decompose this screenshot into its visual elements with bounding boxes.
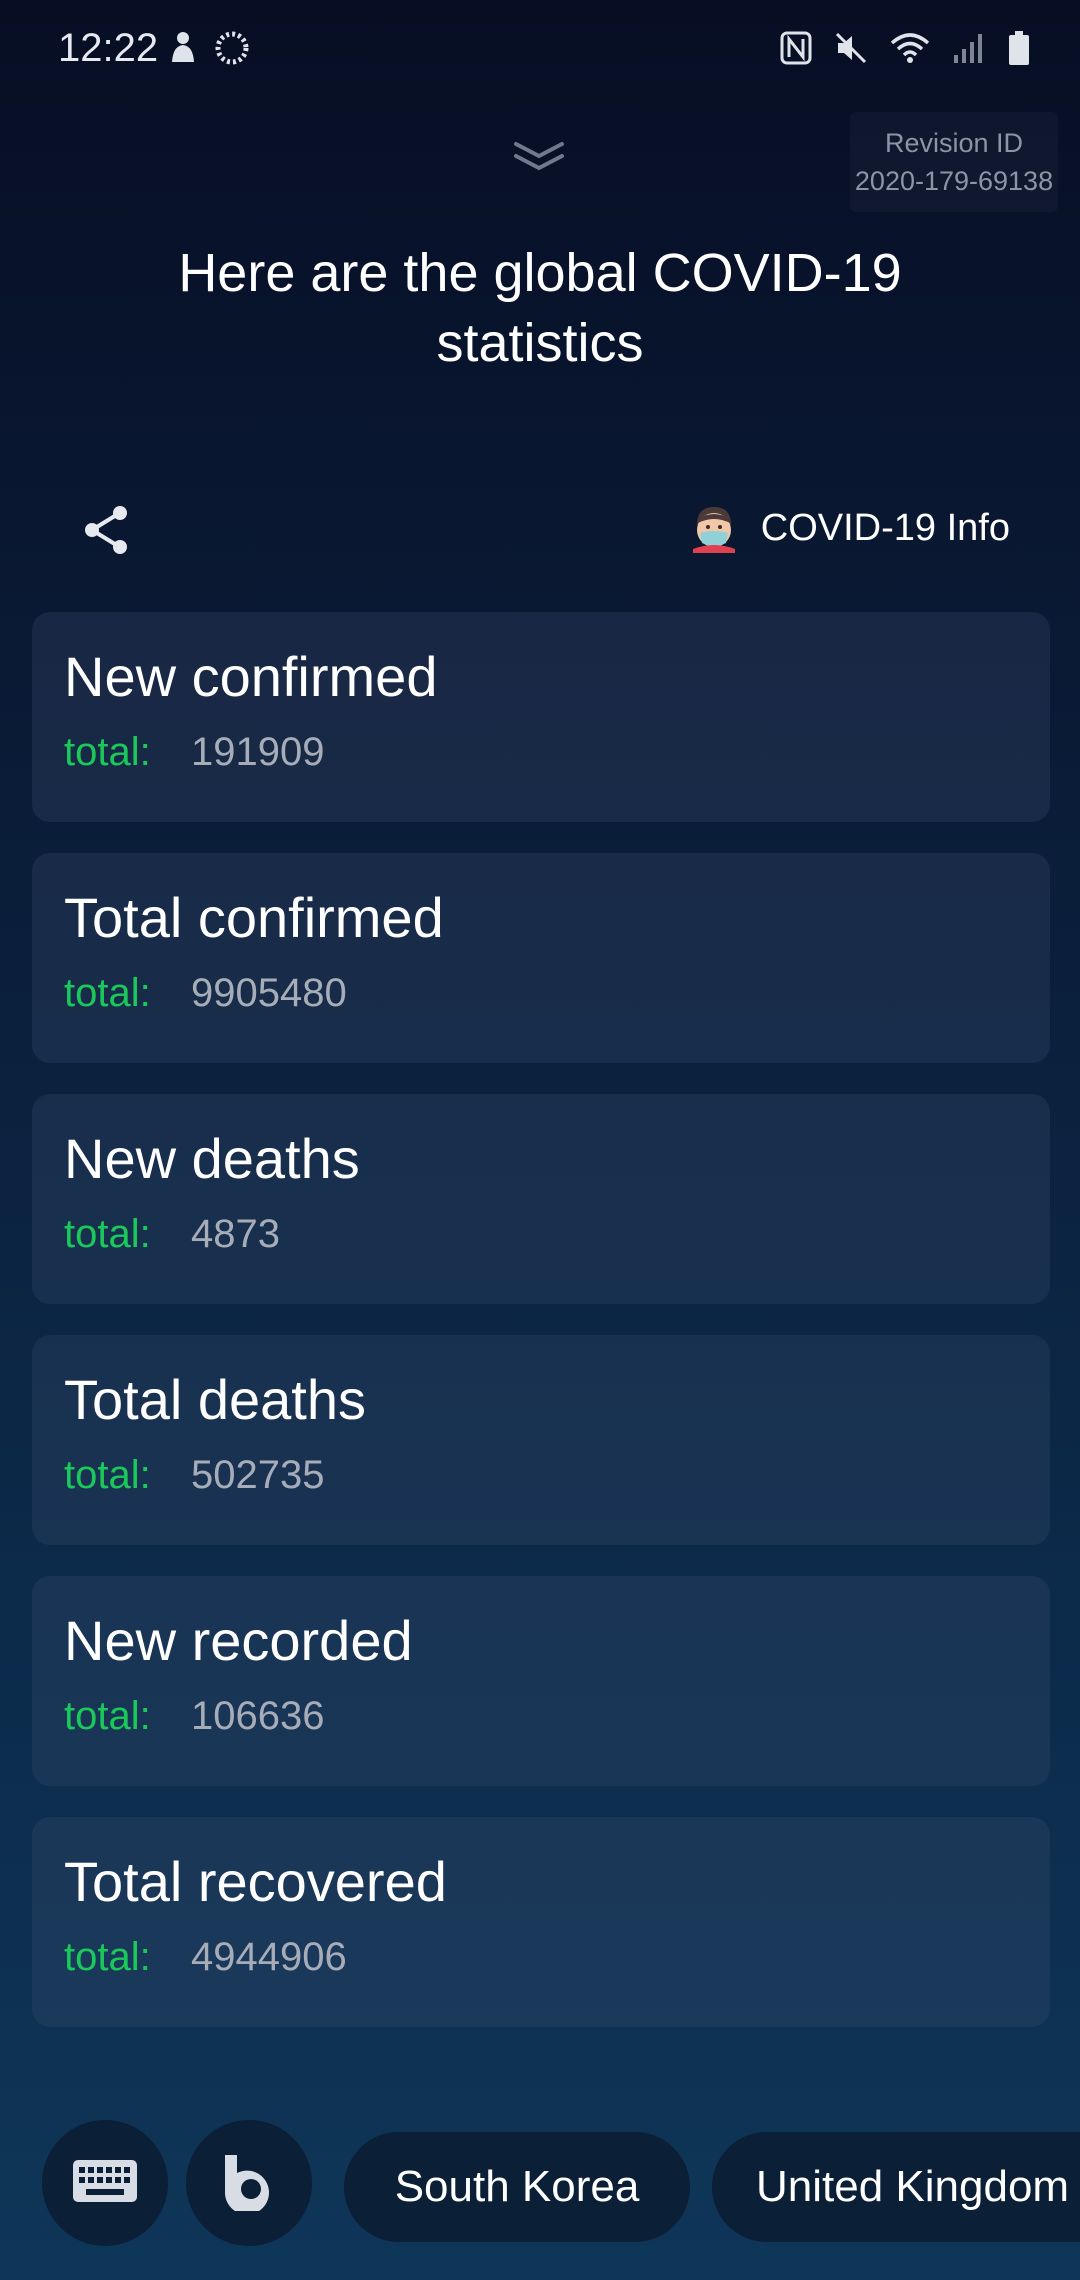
stat-title: New recorded (64, 1609, 413, 1672)
suggestion-label: United Kingdom (756, 2162, 1070, 2211)
stats-list: New confirmed total: 191909 Total confir… (32, 612, 1050, 2058)
bixby-icon (219, 2151, 279, 2216)
stat-title: Total deaths (64, 1368, 366, 1431)
stat-label: total: (64, 1935, 151, 1979)
stat-card-total-deaths: Total deaths total: 502735 (32, 1335, 1050, 1545)
bottom-bar: South Korea United Kingdom (0, 2118, 1080, 2248)
stat-row: total: 4944906 (64, 1935, 1018, 1979)
stat-card-new-confirmed: New confirmed total: 191909 (32, 612, 1050, 822)
status-left-icons (168, 30, 250, 66)
stat-card-total-recovered: Total recovered total: 4944906 (32, 1817, 1050, 2027)
stat-label: total: (64, 730, 151, 774)
revision-id-box: Revision ID 2020-179-69138 (850, 112, 1058, 212)
revision-id: 2020-179-69138 (854, 166, 1054, 196)
stat-title: New confirmed (64, 645, 438, 708)
suggestion-label: South Korea (394, 2162, 640, 2211)
masked-face-icon (689, 503, 739, 553)
share-icon (80, 504, 132, 561)
covid-info-link[interactable]: COVID-19 Info (689, 498, 1010, 558)
status-bar: 12:22 (0, 0, 1080, 100)
loading-spinner-icon (214, 30, 250, 66)
stat-label: total: (64, 1453, 151, 1497)
stat-value: 4944906 (191, 1935, 347, 1979)
stat-label: total: (64, 1212, 151, 1256)
stat-title: Total recovered (64, 1850, 447, 1913)
person-notification-icon (168, 30, 198, 66)
stat-value: 191909 (191, 730, 325, 774)
stat-title: New deaths (64, 1127, 360, 1190)
stat-label: total: (64, 971, 151, 1015)
status-time: 12:22 (58, 26, 159, 70)
suggestion-chip-south-korea[interactable]: South Korea (344, 2132, 690, 2242)
stat-card-new-recorded: New recorded total: 106636 (32, 1576, 1050, 1786)
stat-value: 106636 (191, 1694, 325, 1738)
signal-icon (952, 31, 986, 65)
collapse-chevron-icon[interactable] (510, 138, 568, 179)
stat-label: total: (64, 1694, 151, 1738)
covid-info-label: COVID-19 Info (760, 506, 1010, 549)
stat-value: 9905480 (191, 971, 347, 1015)
mute-icon (834, 31, 868, 65)
battery-icon (1008, 30, 1030, 66)
status-right-icons (780, 30, 1030, 66)
keyboard-icon (72, 2159, 138, 2208)
stat-value: 4873 (191, 1212, 280, 1256)
revision-label: Revision ID (884, 128, 1024, 158)
wifi-icon (890, 31, 930, 65)
keyboard-button[interactable] (42, 2120, 168, 2246)
suggestion-chip-united-kingdom[interactable]: United Kingdom (712, 2132, 1080, 2242)
stat-card-new-deaths: New deaths total: 4873 (32, 1094, 1050, 1304)
stat-row: total: 502735 (64, 1453, 1018, 1497)
bixby-button[interactable] (186, 2120, 312, 2246)
stat-row: total: 106636 (64, 1694, 1018, 1738)
stat-row: total: 9905480 (64, 971, 1018, 1015)
stat-title: Total confirmed (64, 886, 444, 949)
page-title: Here are the global COVID-19 statistics (178, 243, 902, 373)
stat-value: 502735 (191, 1453, 325, 1497)
nfc-icon (780, 31, 812, 65)
stat-row: total: 4873 (64, 1212, 1018, 1256)
share-button[interactable] (70, 496, 142, 568)
stat-row: total: 191909 (64, 730, 1018, 774)
stat-card-total-confirmed: Total confirmed total: 9905480 (32, 853, 1050, 1063)
